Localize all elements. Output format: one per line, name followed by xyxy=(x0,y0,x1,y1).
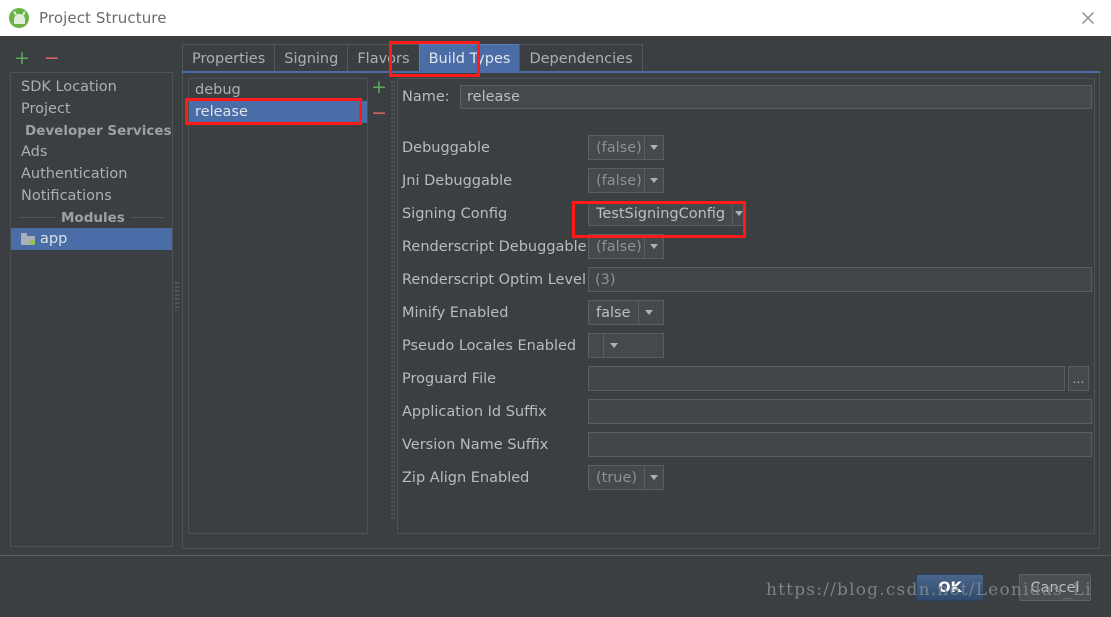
row-proguard-file: Proguard File … xyxy=(402,362,1092,395)
watermark-text: https://blog.csdn.net/Leonidas_Li xyxy=(766,580,1092,600)
sidebar-item-label: app xyxy=(40,231,68,247)
sidebar-item-project[interactable]: Project xyxy=(11,98,172,120)
row-label: Signing Config xyxy=(402,205,508,222)
row-zip-align-enabled: Zip Align Enabled (true) xyxy=(402,461,1092,494)
sidebar-item-notifications[interactable]: Notifications xyxy=(11,185,172,207)
sidebar-remove-button[interactable]: − xyxy=(44,48,60,68)
combo-value: (false) xyxy=(596,172,642,189)
sidebar-item-authentication[interactable]: Authentication xyxy=(11,163,172,185)
row-label: Jni Debuggable xyxy=(402,172,513,189)
build-types-toolbar: + − xyxy=(371,78,387,138)
renderscript-debuggable-combo[interactable]: (false) xyxy=(588,234,664,259)
row-label: Renderscript Debuggable xyxy=(402,238,587,255)
tab-flavors[interactable]: Flavors xyxy=(347,44,420,72)
row-version-name-suffix: Version Name Suffix xyxy=(402,428,1092,461)
name-input[interactable]: release xyxy=(460,85,1092,109)
row-label: Renderscript Optim Level xyxy=(402,271,586,288)
combo-value: (false) xyxy=(596,238,642,255)
chevron-down-icon xyxy=(732,202,745,225)
row-label: Minify Enabled xyxy=(402,304,509,321)
debuggable-combo[interactable]: (false) xyxy=(588,135,664,160)
chevron-down-icon xyxy=(644,169,663,192)
chevron-down-icon xyxy=(637,301,659,324)
proguard-file-input[interactable] xyxy=(588,366,1065,391)
row-debuggable: Debuggable (false) xyxy=(402,131,1092,164)
sidebar-section-label: Modules xyxy=(61,209,125,226)
chevron-down-icon xyxy=(644,136,663,159)
zip-align-enabled-combo[interactable]: (true) xyxy=(588,465,664,490)
build-type-debug[interactable]: debug xyxy=(189,79,367,101)
combo-value: TestSigningConfig xyxy=(596,205,726,222)
sidebar-toolbar: + − xyxy=(0,44,176,72)
application-id-suffix-input[interactable] xyxy=(588,399,1092,424)
property-rows: Debuggable (false) Jni Debuggable (false… xyxy=(402,131,1092,494)
tab-build-types[interactable]: Build Types xyxy=(418,44,521,72)
android-studio-icon xyxy=(9,8,29,28)
row-application-id-suffix: Application Id Suffix xyxy=(402,395,1092,428)
tab-properties[interactable]: Properties xyxy=(182,44,276,72)
project-structure-dialog: Project Structure + − SDK Location Proje… xyxy=(0,0,1111,617)
combo-value: false xyxy=(596,304,631,321)
pseudo-locales-enabled-combo[interactable] xyxy=(588,333,664,358)
jni-debuggable-combo[interactable]: (false) xyxy=(588,168,664,193)
folder-icon xyxy=(21,233,35,245)
name-label: Name: xyxy=(402,89,450,105)
build-type-form: Name: release Debuggable (false) Jni Deb… xyxy=(397,78,1095,534)
sidebar-add-button[interactable]: + xyxy=(14,48,30,68)
build-types-list: debug release xyxy=(188,78,368,534)
sidebar-item-sdk-location[interactable]: SDK Location xyxy=(11,76,172,98)
sidebar-section-label: Developer Services xyxy=(25,122,172,139)
close-icon[interactable] xyxy=(1065,0,1111,36)
page-title: Project Structure xyxy=(39,9,167,27)
tab-signing[interactable]: Signing xyxy=(274,44,349,72)
dialog-body: + − SDK Location Project Developer Servi… xyxy=(0,36,1111,555)
build-type-release[interactable]: release xyxy=(189,101,367,123)
row-jni-debuggable: Jni Debuggable (false) xyxy=(402,164,1092,197)
tab-bar: Properties Signing Flavors Build Types D… xyxy=(182,44,643,72)
build-type-add-button[interactable]: + xyxy=(371,78,387,104)
row-label: Application Id Suffix xyxy=(402,403,547,420)
splitter-grip-icon xyxy=(175,280,179,311)
chevron-down-icon xyxy=(603,334,624,357)
sidebar-list: SDK Location Project Developer Services … xyxy=(10,72,173,547)
row-label: Zip Align Enabled xyxy=(402,469,530,486)
renderscript-optim-level-input[interactable]: (3) xyxy=(588,267,1092,292)
proguard-file-browse-button[interactable]: … xyxy=(1068,366,1089,391)
sidebar-section-modules: Modules xyxy=(11,207,172,228)
row-minify-enabled: Minify Enabled false xyxy=(402,296,1092,329)
signing-config-combo[interactable]: TestSigningConfig xyxy=(588,201,746,226)
splitter-grip-icon xyxy=(391,80,395,520)
build-types-panel: debug release + − Name: release Debuggab… xyxy=(182,73,1100,549)
minify-enabled-combo[interactable]: false xyxy=(588,300,664,325)
chevron-down-icon xyxy=(644,466,663,489)
sidebar: + − SDK Location Project Developer Servi… xyxy=(0,36,176,555)
row-label: Version Name Suffix xyxy=(402,436,549,453)
sidebar-section-developer-services: Developer Services xyxy=(11,120,172,141)
row-renderscript-debuggable: Renderscript Debuggable (false) xyxy=(402,230,1092,263)
row-label: Debuggable xyxy=(402,139,490,156)
content-area: Properties Signing Flavors Build Types D… xyxy=(182,36,1111,555)
row-signing-config: Signing Config TestSigningConfig xyxy=(402,197,1092,230)
row-pseudo-locales-enabled: Pseudo Locales Enabled xyxy=(402,329,1092,362)
row-renderscript-optim-level: Renderscript Optim Level (3) xyxy=(402,263,1092,296)
title-bar: Project Structure xyxy=(0,0,1111,36)
build-type-remove-button[interactable]: − xyxy=(371,104,387,130)
sidebar-splitter[interactable] xyxy=(172,36,182,555)
combo-value xyxy=(589,334,603,357)
row-label: Proguard File xyxy=(402,370,497,387)
row-label: Pseudo Locales Enabled xyxy=(402,337,577,354)
panel-splitter[interactable] xyxy=(389,78,397,534)
combo-value: (false) xyxy=(596,139,642,156)
version-name-suffix-input[interactable] xyxy=(588,432,1092,457)
combo-value: (true) xyxy=(596,469,638,486)
tab-dependencies[interactable]: Dependencies xyxy=(519,44,643,72)
sidebar-item-ads[interactable]: Ads xyxy=(11,141,172,163)
sidebar-item-app[interactable]: app xyxy=(11,228,172,250)
chevron-down-icon xyxy=(644,235,663,258)
name-row: Name: release xyxy=(402,85,1092,109)
